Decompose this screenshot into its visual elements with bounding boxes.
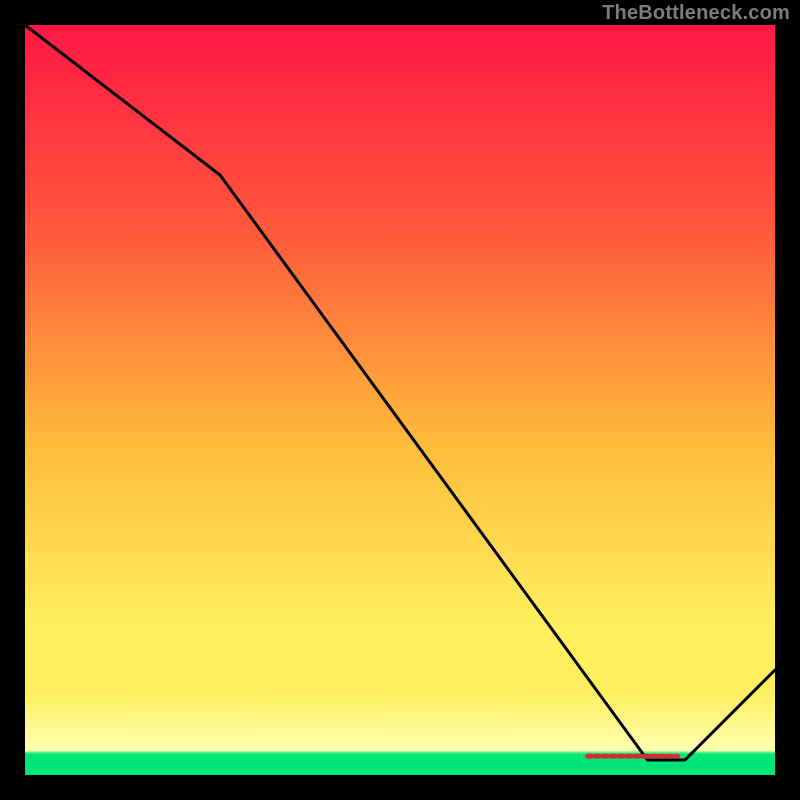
bottleneck-chart (0, 0, 800, 800)
plot-area (25, 25, 775, 775)
chart-container: { "attribution": "TheBottleneck.com", "c… (0, 0, 800, 800)
attribution-text: TheBottleneck.com (602, 2, 790, 25)
